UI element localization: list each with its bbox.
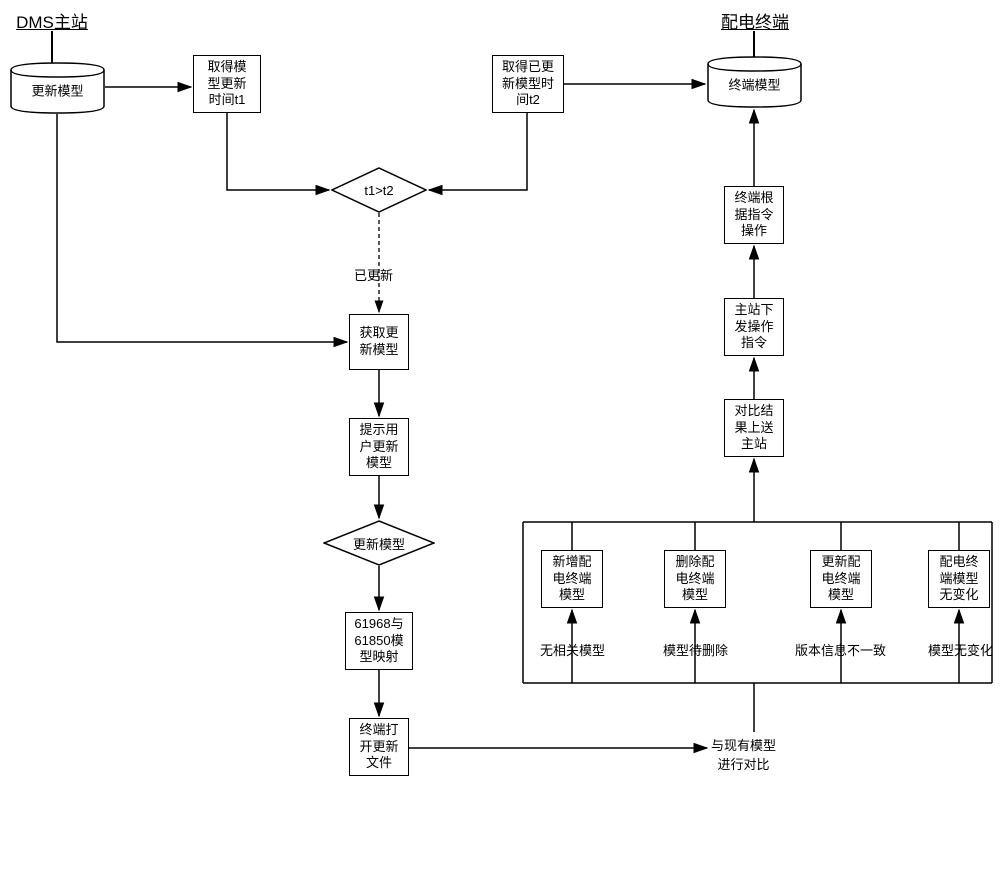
- label-ver-diff: 版本信息不一致: [795, 640, 886, 659]
- label-to-delete: 模型待删除: [663, 640, 728, 659]
- box-add-term: 新增配 电终端 模型: [541, 550, 603, 608]
- stem-right: [753, 31, 755, 58]
- box-del-term: 删除配 电终端 模型: [664, 550, 726, 608]
- cyl-terminal-model-label: 终端模型: [707, 74, 802, 93]
- label-compare-existing: 与现有模型 进行对比: [711, 735, 776, 773]
- box-get-t1: 取得模 型更新 时间t1: [193, 55, 261, 113]
- cyl-update-model-label: 更新模型: [10, 80, 105, 99]
- box-open-file: 终端打 开更新 文件: [349, 718, 409, 776]
- label-no-change: 模型无变化: [928, 640, 993, 659]
- header-dms: DMS主站: [12, 8, 92, 33]
- box-map-models: 61968与 61850模 型映射: [345, 612, 413, 670]
- diamond-t1gt-label: t1>t2: [331, 167, 427, 213]
- label-updated: 已更新: [354, 265, 393, 284]
- diamond-update-q: 更新模型: [323, 520, 435, 566]
- box-term-exec: 终端根 据指令 操作: [724, 186, 784, 244]
- cyl-terminal-model: 终端模型: [707, 56, 802, 108]
- edges: [0, 0, 1000, 872]
- box-issue-cmd: 主站下 发操作 指令: [724, 298, 784, 356]
- stem-left: [51, 31, 53, 64]
- diamond-t1gt: t1>t2: [331, 167, 427, 213]
- cyl-update-model: 更新模型: [10, 62, 105, 114]
- box-upd-term: 更新配 电终端 模型: [810, 550, 872, 608]
- label-no-related: 无相关模型: [540, 640, 605, 659]
- box-get-t2: 取得已更 新模型时 间t2: [492, 55, 564, 113]
- box-send-result: 对比结 果上送 主站: [724, 399, 784, 457]
- diamond-update-q-label: 更新模型: [323, 520, 435, 566]
- box-prompt-user: 提示用 户更新 模型: [349, 418, 409, 476]
- header-terminal: 配电终端: [710, 8, 800, 33]
- box-fetch-update: 获取更 新模型: [349, 314, 409, 370]
- box-nochg-term: 配电终 端模型 无变化: [928, 550, 990, 608]
